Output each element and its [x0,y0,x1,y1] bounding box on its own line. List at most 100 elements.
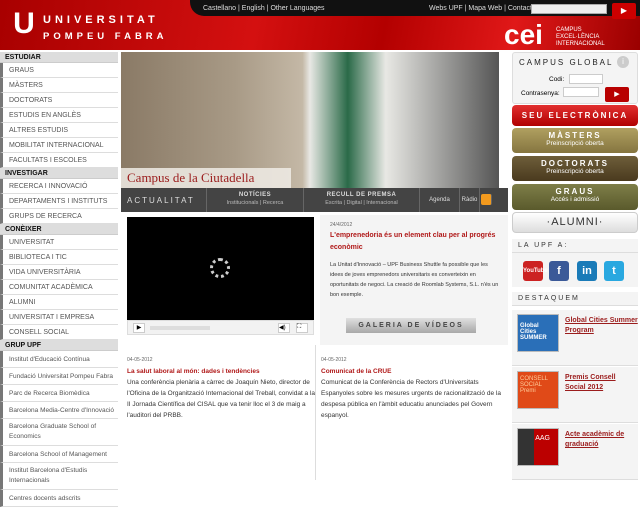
radio-link[interactable]: Ràdio [460,188,480,212]
featured-item[interactable]: CONSELL SOCIAL Premi Premis Consell Socia… [512,367,638,423]
graus-button[interactable]: GRAUS Accés i admissió [512,184,638,210]
sidebar-item[interactable]: ALTRES ESTUDIS [0,123,118,138]
play-icon[interactable]: ▶ [133,323,145,333]
sidebar-item[interactable]: MÀSTERS [0,78,118,93]
article-title[interactable]: La salut laboral al món: dades i tendènc… [127,366,317,377]
premsa-menu[interactable]: RECULL DE PREMSA Escrita | Digital | Inte… [304,188,420,212]
search-input[interactable] [531,4,607,14]
video-player[interactable] [127,217,314,320]
utility-links[interactable]: Webs UPF | Mapa Web | Contacte [429,5,536,12]
sidebar-item[interactable]: VIDA UNIVERSITÀRIA [0,265,118,280]
graus-label[interactable]: GRAUS [512,187,638,196]
global-cities-image[interactable]: Global Cities SUMMER [517,314,559,352]
article-date: 04-05-2012 [127,357,153,363]
logo-line1[interactable]: UNIVERSITAT [43,14,159,26]
sidebar-item[interactable]: BIBLIOTECA I TIC [0,250,118,265]
sidebar-item[interactable]: FACULTATS I ESCOLES [0,153,118,168]
password-input[interactable] [563,87,599,97]
news-nav: ACTUALITAT NOTÍCIES Institucionals | Rece… [121,188,508,212]
featured-link[interactable]: Global Cities Summer Program [565,316,638,336]
sidebar-item[interactable]: GRUPS DE RECERCA [0,209,118,224]
divider [315,345,316,480]
premis-image[interactable]: CONSELL SOCIAL Premi [517,371,559,409]
noticies-menu[interactable]: NOTÍCIES Institucionals | Recerca [207,188,304,212]
featured-item[interactable]: AAG Acte acadèmic de graduació [512,424,638,480]
loading-spinner-icon [210,258,230,278]
volume-icon[interactable]: ◀) [278,323,290,333]
sidebar-item[interactable]: CONSELL SOCIAL [0,325,118,340]
sidebar-item[interactable]: DOCTORATS [0,93,118,108]
code-label: Codi: [549,76,565,83]
doctorats-label[interactable]: DOCTORATS [512,159,638,168]
seu-label[interactable]: SEU ELECTRÒNICA [512,111,638,120]
sidebar-item[interactable]: ALUMNI [0,295,118,310]
cei-logo[interactable]: cei [504,21,543,49]
sidebar-item[interactable]: UNIVERSITAT I EMPRESA [0,310,118,325]
info-icon[interactable]: i [617,56,629,68]
premsa-sub[interactable]: Escrita | Digital | Internacional [304,200,419,206]
youtube-icon[interactable]: YouTube [523,261,548,281]
noticies-sub[interactable]: Institucionals | Recerca [207,200,303,206]
article-date: 04-05-2012 [321,357,347,363]
sidebar-item[interactable]: ESTUDIS EN ANGLÈS [0,108,118,123]
article-date: 24/4/2012 [330,222,353,228]
article-body: La Unitat d'Innovació – UPF Business Shu… [330,262,499,298]
news-item: 04-05-2012 La salut laboral al món: dade… [127,355,317,421]
logo-line2[interactable]: POMPEU FABRA [43,31,168,42]
actualitat-title: ACTUALITAT [121,188,207,212]
social-title: LA UPF A: [512,239,638,253]
sidebar-item[interactable]: Institut d'Educació Contínua [0,351,118,368]
sidebar-item[interactable]: Barcelona Media-Centre d'Innovació [0,402,118,419]
premsa-label[interactable]: RECULL DE PREMSA [304,192,419,198]
alumni-label[interactable]: ·ALUMNI· [513,216,637,228]
sidebar-item[interactable]: MOBILITAT INTERNACIONAL [0,138,118,153]
sidebar-item[interactable]: Fundació Universitat Pompeu Fabra [0,368,118,385]
featured-link[interactable]: Acte acadèmic de graduació [565,430,638,450]
gallery-videos-button[interactable]: GALERIA DE VÍDEOS [346,318,476,333]
agenda-link[interactable]: Agenda [420,188,460,212]
linkedin-icon[interactable]: in [577,261,597,281]
alumni-button[interactable]: ·ALUMNI· [512,212,638,233]
sidebar-item[interactable]: Barcelona School of Management [0,446,118,463]
article-title[interactable]: Comunicat de la CRUE [321,366,511,377]
search-button[interactable]: ▶ [612,3,636,19]
seu-electronica-button[interactable]: SEU ELECTRÒNICA [512,105,638,126]
campus-global-box: CAMPUS GLOBAL i Codi: Contrasenya: ▶ [512,52,638,104]
sidebar-item[interactable]: COMUNITAT ACADÈMICA [0,280,118,295]
sidebar-item[interactable]: GRAUS [0,63,118,78]
masters-sub[interactable]: Preinscripció oberta [512,140,638,147]
noticies-label[interactable]: NOTÍCIES [207,192,303,198]
sidebar-item[interactable]: UNIVERSITAT [0,235,118,250]
featured-item[interactable]: Global Cities SUMMER Global Cities Summer… [512,310,638,366]
sidebar-item[interactable]: RECERCA I INNOVACIÓ [0,179,118,194]
doctorats-sub[interactable]: Preinscripció oberta [512,168,638,175]
sidebar-item[interactable]: Centres docents adscrits [0,490,118,507]
masters-label[interactable]: MÀSTERS [512,131,638,140]
language-links[interactable]: Castellano | English | Other Languages [203,5,325,12]
featured-link[interactable]: Premis Consell Social 2012 [565,373,638,393]
article-body: Una conferència plenària a càrrec de Joa… [127,379,316,419]
login-button[interactable]: ▶ [605,87,629,102]
article-title[interactable]: L'emprenedoria és un element clau per al… [330,230,500,254]
sidebar-item[interactable]: Barcelona Graduate School of Economics [0,419,118,446]
code-input[interactable] [569,74,603,84]
news-item: 04-05-2012 Comunicat de la CRUE Comunica… [321,355,511,421]
sidebar-item[interactable]: Institut Barcelona d'Estudis Internacion… [0,463,118,490]
twitter-icon[interactable]: t [604,261,624,281]
hero-caption[interactable]: Campus de la Ciutadella [121,168,291,188]
doctorats-button[interactable]: DOCTORATS Preinscripció oberta [512,156,638,181]
article-body: Comunicat de la Conferència de Rectors d… [321,379,501,419]
destaquem-title: DESTAQUEM [512,292,638,306]
upf-logo-icon[interactable]: U [10,3,38,45]
masters-button[interactable]: MÀSTERS Preinscripció oberta [512,128,638,153]
rss-icon[interactable] [481,194,492,205]
facebook-icon[interactable]: f [549,261,569,281]
seek-slider[interactable] [150,326,210,330]
sidebar-item[interactable]: DEPARTAMENTS I INSTITUTS [0,194,118,209]
cei-sub-1: CAMPUS [556,27,582,33]
aag-image[interactable]: AAG [517,428,559,466]
cei-sub-2: EXCEL·LÈNCIA [556,34,600,40]
sidebar-item[interactable]: Parc de Recerca Biomèdica [0,385,118,402]
fullscreen-icon[interactable]: ⛶ [296,323,308,333]
graus-sub[interactable]: Accés i admissió [512,196,638,203]
